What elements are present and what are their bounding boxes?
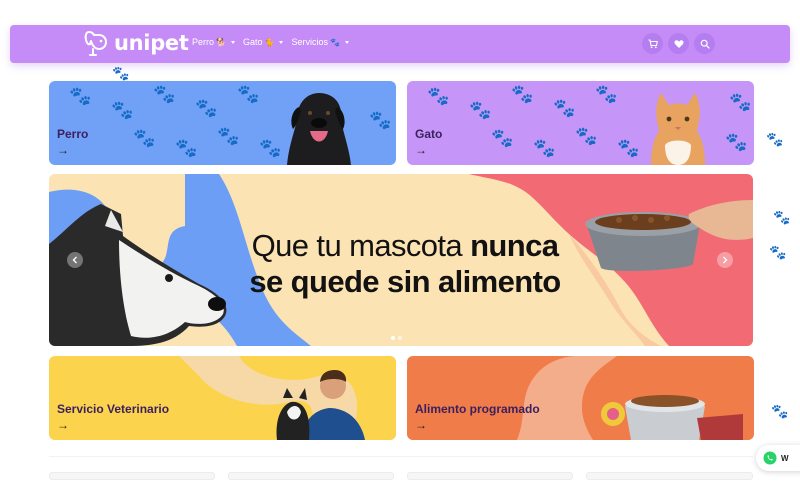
decorative-paw-icon: 🐾 <box>112 65 130 81</box>
decorative-paw-icon: 🐾 <box>773 209 791 225</box>
menu-item-servicios[interactable]: Servicios 🐾 <box>291 37 349 47</box>
food-bowl-image <box>601 395 743 440</box>
brand-logo[interactable]: unipet <box>82 28 189 58</box>
search-button[interactable] <box>694 33 715 54</box>
arrow-right-icon: → <box>57 143 69 157</box>
product-card-placeholder[interactable] <box>228 472 394 480</box>
orange-cat-image <box>651 93 705 165</box>
chevron-right-icon <box>723 256 728 264</box>
product-card-placeholder[interactable] <box>586 472 753 480</box>
arrow-right-icon: → <box>415 143 427 157</box>
carousel-dot[interactable] <box>398 336 402 340</box>
main-menu: Perro 🐕 Gato 🐈 Servicios 🐾 <box>192 37 349 47</box>
cart-icon <box>648 38 658 48</box>
chevron-down-icon <box>279 40 284 44</box>
menu-item-label: Servicios <box>291 37 328 47</box>
brand-name: unipet <box>114 31 189 55</box>
dog-emoji-icon: 🐕 <box>216 37 226 47</box>
section-divider <box>49 456 753 457</box>
favorites-button[interactable] <box>668 33 689 54</box>
hero-headline: Que tu mascota nunca se quede sin alimen… <box>245 228 565 300</box>
headline-bold: quede sin alimento <box>290 264 562 299</box>
top-navbar: unipet Perro 🐕 Gato 🐈 Servicios 🐾 <box>10 25 790 63</box>
headline-bold: se <box>249 264 283 299</box>
menu-item-label: Perro <box>192 37 215 47</box>
whatsapp-label: W <box>781 453 789 463</box>
chevron-left-icon <box>72 256 77 264</box>
category-card-gato[interactable]: 🐾 🐾 🐾 🐾 🐾 🐾 🐾 🐾 🐾 🐾 🐾 Gato → <box>407 81 754 165</box>
carousel-indicators <box>391 336 402 340</box>
category-card-servicio-veterinario[interactable]: Servicio Veterinario → <box>49 356 396 440</box>
paw-emoji-icon: 🐾 <box>329 37 340 47</box>
whatsapp-icon <box>763 451 777 465</box>
card-title: Servicio Veterinario <box>57 402 170 416</box>
headline-bold: nunca <box>470 228 559 263</box>
card-title: Perro <box>57 127 89 141</box>
decorative-paw-icon: 🐾 <box>771 403 789 419</box>
menu-item-perro[interactable]: Perro 🐕 <box>192 37 235 47</box>
headline-light: Que tu mascota <box>251 228 463 263</box>
vet-with-dog-image <box>276 370 365 440</box>
chevron-down-icon <box>344 40 349 44</box>
search-icon <box>700 39 710 49</box>
husky-dog-image <box>49 204 227 346</box>
product-card-placeholder[interactable] <box>49 472 215 480</box>
carousel-dot[interactable] <box>391 336 395 340</box>
carousel-prev-button[interactable] <box>67 252 83 268</box>
page: 🐾 🐾 🐾 🐾 🐾 unipet Perro 🐕 Gato 🐈 Servicio… <box>0 0 800 500</box>
black-labrador-image <box>287 93 351 165</box>
dog-head-logo-icon <box>84 31 107 56</box>
card-title: Alimento programado <box>415 402 540 416</box>
chevron-down-icon <box>230 40 235 44</box>
nav-actions <box>642 33 715 54</box>
whatsapp-chat-button[interactable]: W <box>756 445 800 471</box>
category-card-perro[interactable]: 🐾 🐾 🐾 🐾 🐾 🐾 🐾 🐾 🐾 🐾 Perro → <box>49 81 396 165</box>
cart-button[interactable] <box>642 33 663 54</box>
arrow-right-icon: → <box>415 418 427 432</box>
category-card-alimento-programado[interactable]: Alimento programado → <box>407 356 754 440</box>
carousel-next-button[interactable] <box>717 252 733 268</box>
decorative-paw-icon: 🐾 <box>766 131 784 147</box>
hero-carousel[interactable]: Que tu mascota nunca se quede sin alimen… <box>49 174 753 346</box>
card-title: Gato <box>415 127 443 141</box>
cat-emoji-icon: 🐈 <box>264 37 275 47</box>
menu-item-gato[interactable]: Gato 🐈 <box>242 37 284 47</box>
heart-icon <box>673 39 684 48</box>
menu-item-label: Gato <box>242 37 263 47</box>
product-card-placeholder[interactable] <box>407 472 573 480</box>
arrow-right-icon: → <box>57 418 69 432</box>
decorative-paw-icon: 🐾 <box>769 244 787 260</box>
